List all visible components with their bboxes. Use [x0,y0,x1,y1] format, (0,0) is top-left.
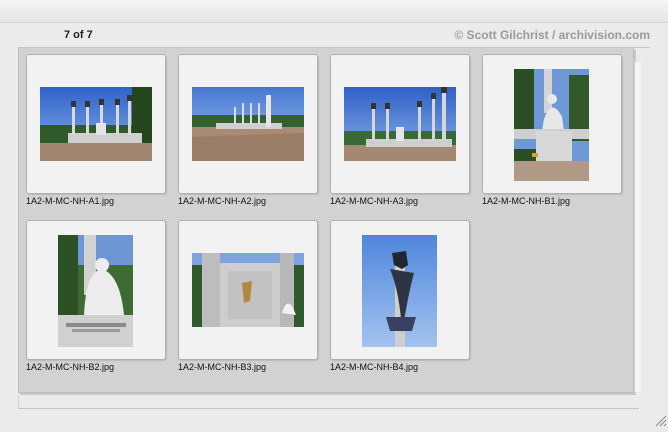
window-toolbar [0,0,668,23]
thumbnail-image-b4[interactable] [362,235,437,347]
thumbnail-filename: 1A2-M-MC-NH-A1.jpg [26,196,115,206]
gallery-header: 7 of 7 © Scott Gilchrist / archivision.c… [18,23,650,48]
thumbnail-slide-a1[interactable] [26,54,166,194]
thumbnail-filename: 1A2-M-MC-NH-B1.jpg [482,196,571,206]
image-counter: 7 of 7 [64,29,93,41]
thumbnail-filename: 1A2-M-MC-NH-B3.jpg [178,362,267,372]
panel-scroll-edge [634,62,641,392]
thumbnail-slide-a3[interactable] [330,54,470,194]
thumbnail-image-b1[interactable] [514,69,589,181]
thumbnail-slide-b1[interactable] [482,54,622,194]
thumbnail-slide-b3[interactable] [178,220,318,360]
thumbnail-image-a1[interactable] [40,87,152,161]
resize-grip-icon[interactable] [654,414,667,427]
thumbnail-slide-b4[interactable] [330,220,470,360]
thumbnail-image-b3[interactable] [192,253,304,327]
thumbnail-filename: 1A2-M-MC-NH-A3.jpg [330,196,419,206]
thumbnail-image-a3[interactable] [344,87,456,161]
thumbnail-image-b2[interactable] [58,235,133,347]
panel-footer [18,396,639,409]
copyright-link[interactable]: © Scott Gilchrist / archivision.com [454,28,650,42]
thumbnail-filename: 1A2-M-MC-NH-B2.jpg [26,362,115,372]
thumbnail-slide-b2[interactable] [26,220,166,360]
thumbnail-filename: 1A2-M-MC-NH-B4.jpg [330,362,419,372]
thumbnail-image-a2[interactable] [192,87,304,161]
thumbnail-slide-a2[interactable] [178,54,318,194]
thumbnail-filename: 1A2-M-MC-NH-A2.jpg [178,196,267,206]
